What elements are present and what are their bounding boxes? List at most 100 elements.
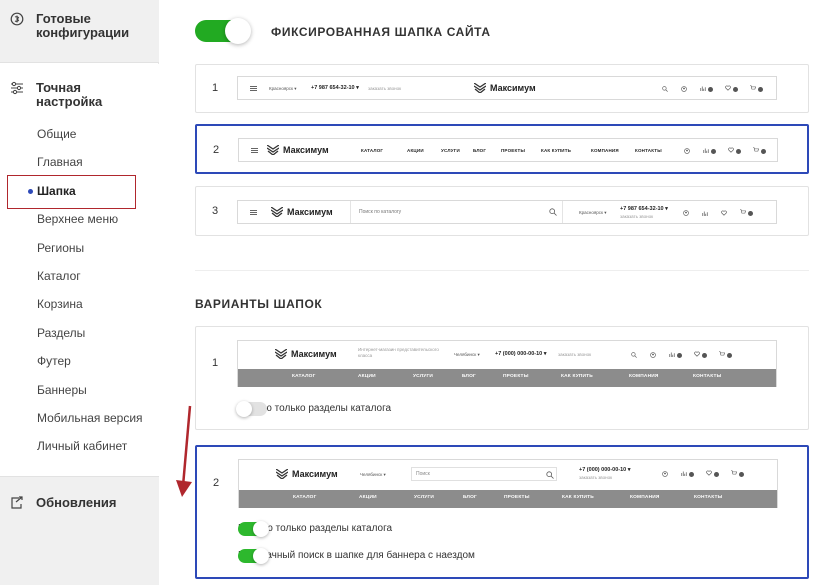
sidebar-item-top-menu[interactable]: Верхнее меню [37,211,143,239]
sidebar-item-sections[interactable]: Разделы [37,325,143,353]
preview-menu-item: ПРОЕКТЫ [504,495,530,500]
option-label: Прозрачный поиск в шапке для баннера с н… [238,550,475,561]
preview-phone: +7 987 654-32-10 ▾ [620,206,668,212]
sliders-icon [11,81,23,95]
sidebar-item-catalog[interactable]: Каталог [37,268,143,296]
preview-logo-text: Максимум [291,349,337,359]
fixed-header-option-2[interactable]: 2 Максимум КАТАЛОГ АКЦИИ УСЛУГИ БЛОГ ПРО… [195,124,809,174]
menu-catalog-only-toggle[interactable] [238,520,269,537]
header-preview: Максимум Интернет-магазин представительс… [237,340,777,387]
fixed-header-option-1[interactable]: 1 Красноярск ▾ +7 987 654-32-10 ▾ заказа… [195,64,809,113]
preview-menu-item: КАК КУПИТЬ [561,374,593,379]
preview-phone: +7 987 654-32-10 ▾ [311,85,359,91]
header-variant-2[interactable]: 2 Максимум Челябинск ▾ Поиск +7 (000) 00… [195,445,809,579]
preview-city: Красноярск ▾ [579,210,607,215]
logo-icon [267,145,279,155]
sidebar-item-account[interactable]: Личный кабинет [37,438,143,466]
toggle-knob [253,520,269,537]
heart-icon [693,351,707,359]
header-variant-1[interactable]: 1 Максимум Интернет-магазин представител… [195,326,809,430]
menu-catalog-only-toggle[interactable] [236,400,267,417]
preview-search-field: Поиск по каталогу [350,201,563,223]
preview-phone: +7 (000) 000-00-10 ▾ [495,351,547,357]
preview-icons [661,470,744,478]
option-number: 3 [212,205,219,217]
compare-icon [702,211,708,216]
preview-city: Челябинск ▾ [454,352,480,357]
preview-menu-item: КАК КУПИТЬ [541,148,572,153]
preview-icons [682,209,753,217]
sidebar-fine-tuning-label: Точная настройка [36,80,103,109]
preview-menu-bar: КАТАЛОГ АКЦИИ УСЛУГИ БЛОГ ПРОЕКТЫ КАК КУ… [238,369,776,387]
sidebar-fine-tuning-header[interactable]: Точная настройка [10,81,116,109]
compare-icon [680,470,694,478]
cart-icon [739,209,753,217]
sidebar-section-updates[interactable]: Обновления [0,476,159,585]
preview-menu-item: АКЦИИ [358,374,376,379]
transparent-search-option[interactable]: Прозрачный поиск в шапке для баннера с н… [238,547,475,564]
preview-menu-item: БЛОГ [473,148,487,153]
sidebar-item-cart[interactable]: Корзина [37,296,143,324]
logo-icon [271,207,283,217]
preview-callback: заказать звонок [558,352,592,357]
option-number: 2 [213,477,220,489]
fixed-header-toggle[interactable] [195,18,251,44]
heart-icon [721,210,727,216]
search-icon [546,471,554,479]
header-preview: Максимум Поиск по каталогу Красноярск ▾ … [237,200,777,224]
preview-menu-item: БЛОГ [463,495,477,500]
menu-catalog-only-option[interactable]: В меню только разделы каталога [236,400,391,417]
preview-menu-item: КОНТАКТЫ [635,148,662,153]
preview-menu-item: КАТАЛОГ [293,495,317,500]
preview-city: Челябинск ▾ [360,472,386,477]
config-icon [10,12,24,26]
preview-menu-item: АКЦИИ [407,148,424,153]
fixed-header-title: ФИКСИРОВАННАЯ ШАПКА САЙТА [271,25,491,39]
preview-menu-item: КАТАЛОГ [292,374,316,379]
toggle-knob [253,547,269,564]
burger-icon [251,148,258,153]
preview-search-placeholder: Поиск по каталогу [359,209,402,215]
user-icon [684,148,690,154]
preview-menu-item: КОМПАНИЯ [591,148,619,153]
sidebar-item-banners[interactable]: Баннеры [37,382,143,410]
sidebar-item-mobile[interactable]: Мобильная версия [37,410,143,438]
preview-logo: Максимум [276,469,338,479]
sidebar-section-ready-configs[interactable]: Готовые конфигурации [0,0,159,63]
heart-icon [727,147,741,155]
annotation-arrow-icon [176,405,192,497]
menu-catalog-only-option[interactable]: В меню только разделы каталога [238,520,392,537]
transparent-search-toggle[interactable] [238,547,269,564]
search-icon [631,352,637,358]
preview-logo: Максимум [267,145,329,155]
preview-logo-text: Максимум [490,83,536,93]
preview-logo: Максимум [271,207,333,217]
user-icon [650,352,656,358]
preview-menu-item: ПРОЕКТЫ [503,374,529,379]
toggle-knob [225,18,251,44]
sidebar-item-regions[interactable]: Регионы [37,240,143,268]
sidebar-item-general[interactable]: Общие [37,126,143,154]
preview-logo: Максимум [275,349,337,359]
toggle-knob [236,400,252,417]
burger-icon [250,210,257,215]
preview-menu-item: КОНТАКТЫ [693,374,722,379]
logo-icon [275,349,287,359]
user-icon [662,471,668,477]
logo-icon [474,83,486,93]
user-icon [683,210,689,216]
preview-menu-item: АКЦИИ [359,495,377,500]
header-preview: Максимум Челябинск ▾ Поиск +7 (000) 000-… [238,459,778,508]
preview-menu-item: КАТАЛОГ [361,148,384,153]
search-icon [662,86,668,92]
option-number: 1 [212,357,219,369]
preview-menu-item: ПРОЕКТЫ [501,148,526,153]
sidebar-item-footer[interactable]: Футер [37,353,143,381]
sidebar-ready-configs-label: Готовые конфигурации [36,11,130,40]
active-item-highlight [7,175,136,209]
fixed-header-option-3[interactable]: 3 Максимум Поиск по каталогу Красноярск … [195,186,809,236]
preview-callback: заказать звонок [368,86,402,91]
preview-logo-text: Максимум [292,469,338,479]
preview-menu-item: КАК КУПИТЬ [562,495,594,500]
compare-icon [702,147,716,155]
